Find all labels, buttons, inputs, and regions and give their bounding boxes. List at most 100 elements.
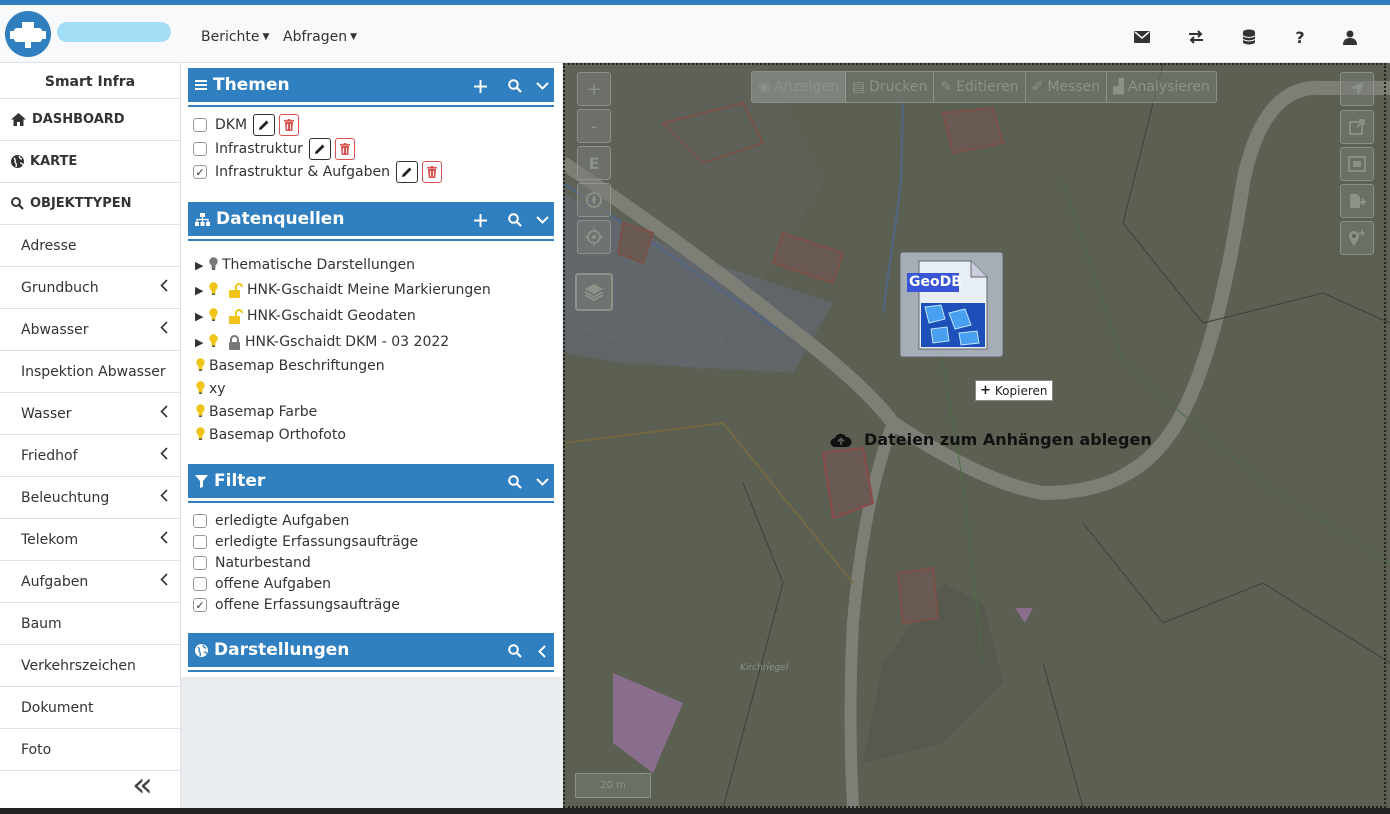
sidebar-collapse-button[interactable]: « [132, 768, 153, 802]
toolbar-editieren[interactable]: ✎ Editieren [934, 72, 1026, 102]
caret-down-icon: ▼ [350, 32, 358, 42]
menu-abfragen[interactable]: Abfragen ▼ [283, 29, 357, 45]
lightbulb-icon[interactable] [196, 426, 207, 444]
lightbulb-icon[interactable] [196, 357, 207, 375]
filter-checkbox[interactable] [193, 577, 207, 591]
themen-header[interactable]: Themen [188, 68, 554, 105]
datenquellen-header[interactable]: Datenquellen [188, 202, 554, 239]
darstellungen-header[interactable]: Darstellungen [188, 633, 554, 670]
themen-checkbox[interactable] [193, 142, 207, 156]
lightbulb-icon[interactable] [209, 333, 220, 351]
sidebar-item-adresse[interactable]: Adresse [0, 225, 180, 267]
datenquelle-item[interactable]: xy [196, 378, 226, 400]
sidebar-item-telekom[interactable]: Telekom [0, 519, 180, 561]
sidebar-item-dokument[interactable]: Dokument [0, 687, 180, 729]
lightbulb-icon[interactable] [209, 307, 220, 325]
user-icon[interactable] [1338, 25, 1362, 49]
search-icon[interactable] [505, 472, 525, 492]
filter-checkbox[interactable]: ✓ [193, 598, 207, 612]
lightbulb-icon[interactable] [209, 281, 220, 299]
compass-icon[interactable] [577, 183, 611, 217]
chevron-down-icon[interactable] [532, 472, 552, 492]
envelope-icon[interactable] [1130, 25, 1154, 49]
datenquelle-item[interactable]: ▶ HNK-Gschaidt DKM - 03 2022 [195, 331, 449, 353]
search-icon[interactable] [505, 210, 525, 230]
edit-button[interactable] [395, 161, 418, 183]
themen-item: DKM [193, 114, 300, 136]
edit-button[interactable] [308, 138, 331, 160]
toolbar-label: Messen [1047, 79, 1101, 95]
lightbulb-icon[interactable] [196, 403, 207, 421]
layers-icon[interactable] [575, 273, 613, 311]
cloud-upload-icon [830, 433, 852, 447]
external-link-icon[interactable] [1340, 110, 1374, 144]
search-icon[interactable] [505, 641, 525, 661]
toolbar-drucken[interactable]: ▤ Drucken [846, 72, 935, 102]
sidebar-item-inspektion-abwasser[interactable]: Inspektion Abwasser [0, 351, 180, 393]
chevron-down-icon[interactable] [532, 210, 552, 230]
toolbar-anzeigen[interactable]: ◉ Anzeigen [752, 72, 846, 102]
sidebar-item-label: Inspektion Abwasser [21, 363, 166, 380]
pencil-icon: ✎ [940, 79, 953, 95]
add-icon[interactable] [470, 76, 490, 96]
filter-checkbox[interactable] [193, 556, 207, 570]
menu-berichte[interactable]: Berichte ▼ [201, 29, 269, 45]
zoom-out-button[interactable]: - [577, 109, 611, 143]
filter-header[interactable]: Filter [188, 464, 554, 501]
sidebar-item-abwasser[interactable]: Abwasser [0, 309, 180, 351]
delete-button[interactable] [334, 138, 355, 160]
filter-checkbox[interactable] [193, 514, 207, 528]
datenquelle-item[interactable]: ▶ HNK-Gschaidt Meine Markierungen [195, 279, 491, 301]
app-logo[interactable] [5, 11, 51, 57]
lightbulb-icon[interactable] [196, 380, 207, 398]
sidebar-item-friedhof[interactable]: Friedhof [0, 435, 180, 477]
sidebar-item-karte[interactable]: KARTE [0, 141, 180, 183]
toolbar-label: Editieren [956, 79, 1019, 95]
filter-checkbox[interactable] [193, 535, 207, 549]
locate-icon[interactable] [577, 220, 611, 254]
screenshot-icon[interactable] [1340, 147, 1374, 181]
trash-icon [339, 143, 350, 155]
chevron-left-icon [160, 279, 168, 296]
sidebar-item-label: Dokument [21, 699, 94, 716]
expand-triangle-icon[interactable]: ▶ [195, 259, 205, 272]
themen-checkbox[interactable] [193, 118, 207, 132]
chevron-left-icon [160, 573, 168, 590]
delete-button[interactable] [279, 114, 300, 136]
datenquelle-item[interactable]: Basemap Orthofoto [196, 424, 346, 446]
extent-button[interactable]: E [577, 146, 611, 180]
chevron-down-icon[interactable] [532, 76, 552, 96]
sidebar-item-verkehrszeichen[interactable]: Verkehrszeichen [0, 645, 180, 687]
sidebar-item-objekttypen[interactable]: OBJEKTTYPEN [0, 183, 180, 225]
expand-triangle-icon[interactable]: ▶ [195, 310, 205, 323]
zoom-in-button[interactable]: + [577, 72, 611, 106]
expand-triangle-icon[interactable]: ▶ [195, 284, 205, 297]
database-icon[interactable] [1237, 25, 1261, 49]
sidebar-item-grundbuch[interactable]: Grundbuch [0, 267, 180, 309]
themen-checkbox[interactable]: ✓ [193, 165, 207, 179]
expand-triangle-icon[interactable]: ▶ [195, 336, 205, 349]
export-icon[interactable] [1340, 184, 1374, 218]
sidebar-item-dashboard[interactable]: DASHBOARD [0, 99, 180, 141]
sidebar-item-beleuchtung[interactable]: Beleuchtung [0, 477, 180, 519]
search-icon[interactable] [505, 76, 525, 96]
datenquelle-item[interactable]: ▶ HNK-Gschaidt Geodaten [195, 305, 416, 327]
sidebar-item-foto[interactable]: Foto [0, 729, 180, 771]
exchange-icon[interactable] [1184, 25, 1208, 49]
sidebar-item-wasser[interactable]: Wasser [0, 393, 180, 435]
sidebar-item-aufgaben[interactable]: Aufgaben [0, 561, 180, 603]
lightbulb-icon[interactable] [209, 256, 220, 274]
delete-button[interactable] [421, 161, 442, 183]
sidebar-item-baum[interactable]: Baum [0, 603, 180, 645]
toolbar-analysieren[interactable]: ▟ Analysieren [1107, 72, 1216, 102]
help-icon[interactable]: ? [1288, 25, 1312, 49]
add-icon[interactable] [470, 210, 490, 230]
edit-button[interactable] [253, 114, 276, 136]
chevron-left-icon[interactable] [532, 641, 552, 661]
datenquelle-item[interactable]: Basemap Farbe [196, 401, 317, 423]
add-marker-icon[interactable] [1340, 221, 1374, 255]
toolbar-messen[interactable]: ✐ Messen [1026, 72, 1108, 102]
datenquelle-item[interactable]: Basemap Beschriftungen [196, 355, 385, 377]
datenquelle-item[interactable]: ▶ Thematische Darstellungen [195, 254, 415, 276]
navigation-arrow-icon[interactable] [1340, 72, 1374, 106]
